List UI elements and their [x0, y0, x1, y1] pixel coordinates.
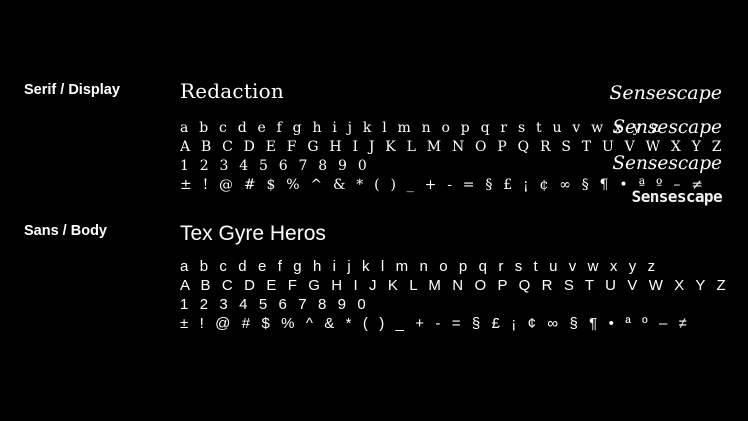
specimen-wordmark-3: Sensescape	[612, 153, 722, 174]
sans-font-name: Tex Gyre Heros	[180, 222, 326, 245]
serif-font-name: Redaction	[180, 79, 284, 103]
sans-glyph-set: a b c d e f g h i j k l m n o p q r s t …	[180, 257, 729, 333]
specimen-wordmark-4: Sensescape	[631, 187, 723, 206]
sans-lowercase-line: a b c d e f g h i j k l m n o p q r s t …	[180, 258, 659, 275]
specimen-wordmark-1: Sensescape	[609, 82, 722, 104]
sans-body-label: Sans / Body	[24, 223, 107, 239]
serif-display-label: Serif / Display	[24, 82, 120, 98]
type-specimen-slide: { "serif_section": { "label": "Serif / D…	[0, 0, 748, 421]
sans-numerals-line: 1 2 3 4 5 6 7 8 9 0	[180, 296, 370, 313]
sans-symbols-line: ± ! @ # $ % ^ & * ( ) _ + - = § £ ¡ ¢ ∞ …	[180, 315, 691, 332]
specimen-wordmark-2: Sensescape	[612, 117, 722, 138]
sans-uppercase-line: A B C D E F G H I J K L M N O P Q R S T …	[180, 277, 730, 294]
